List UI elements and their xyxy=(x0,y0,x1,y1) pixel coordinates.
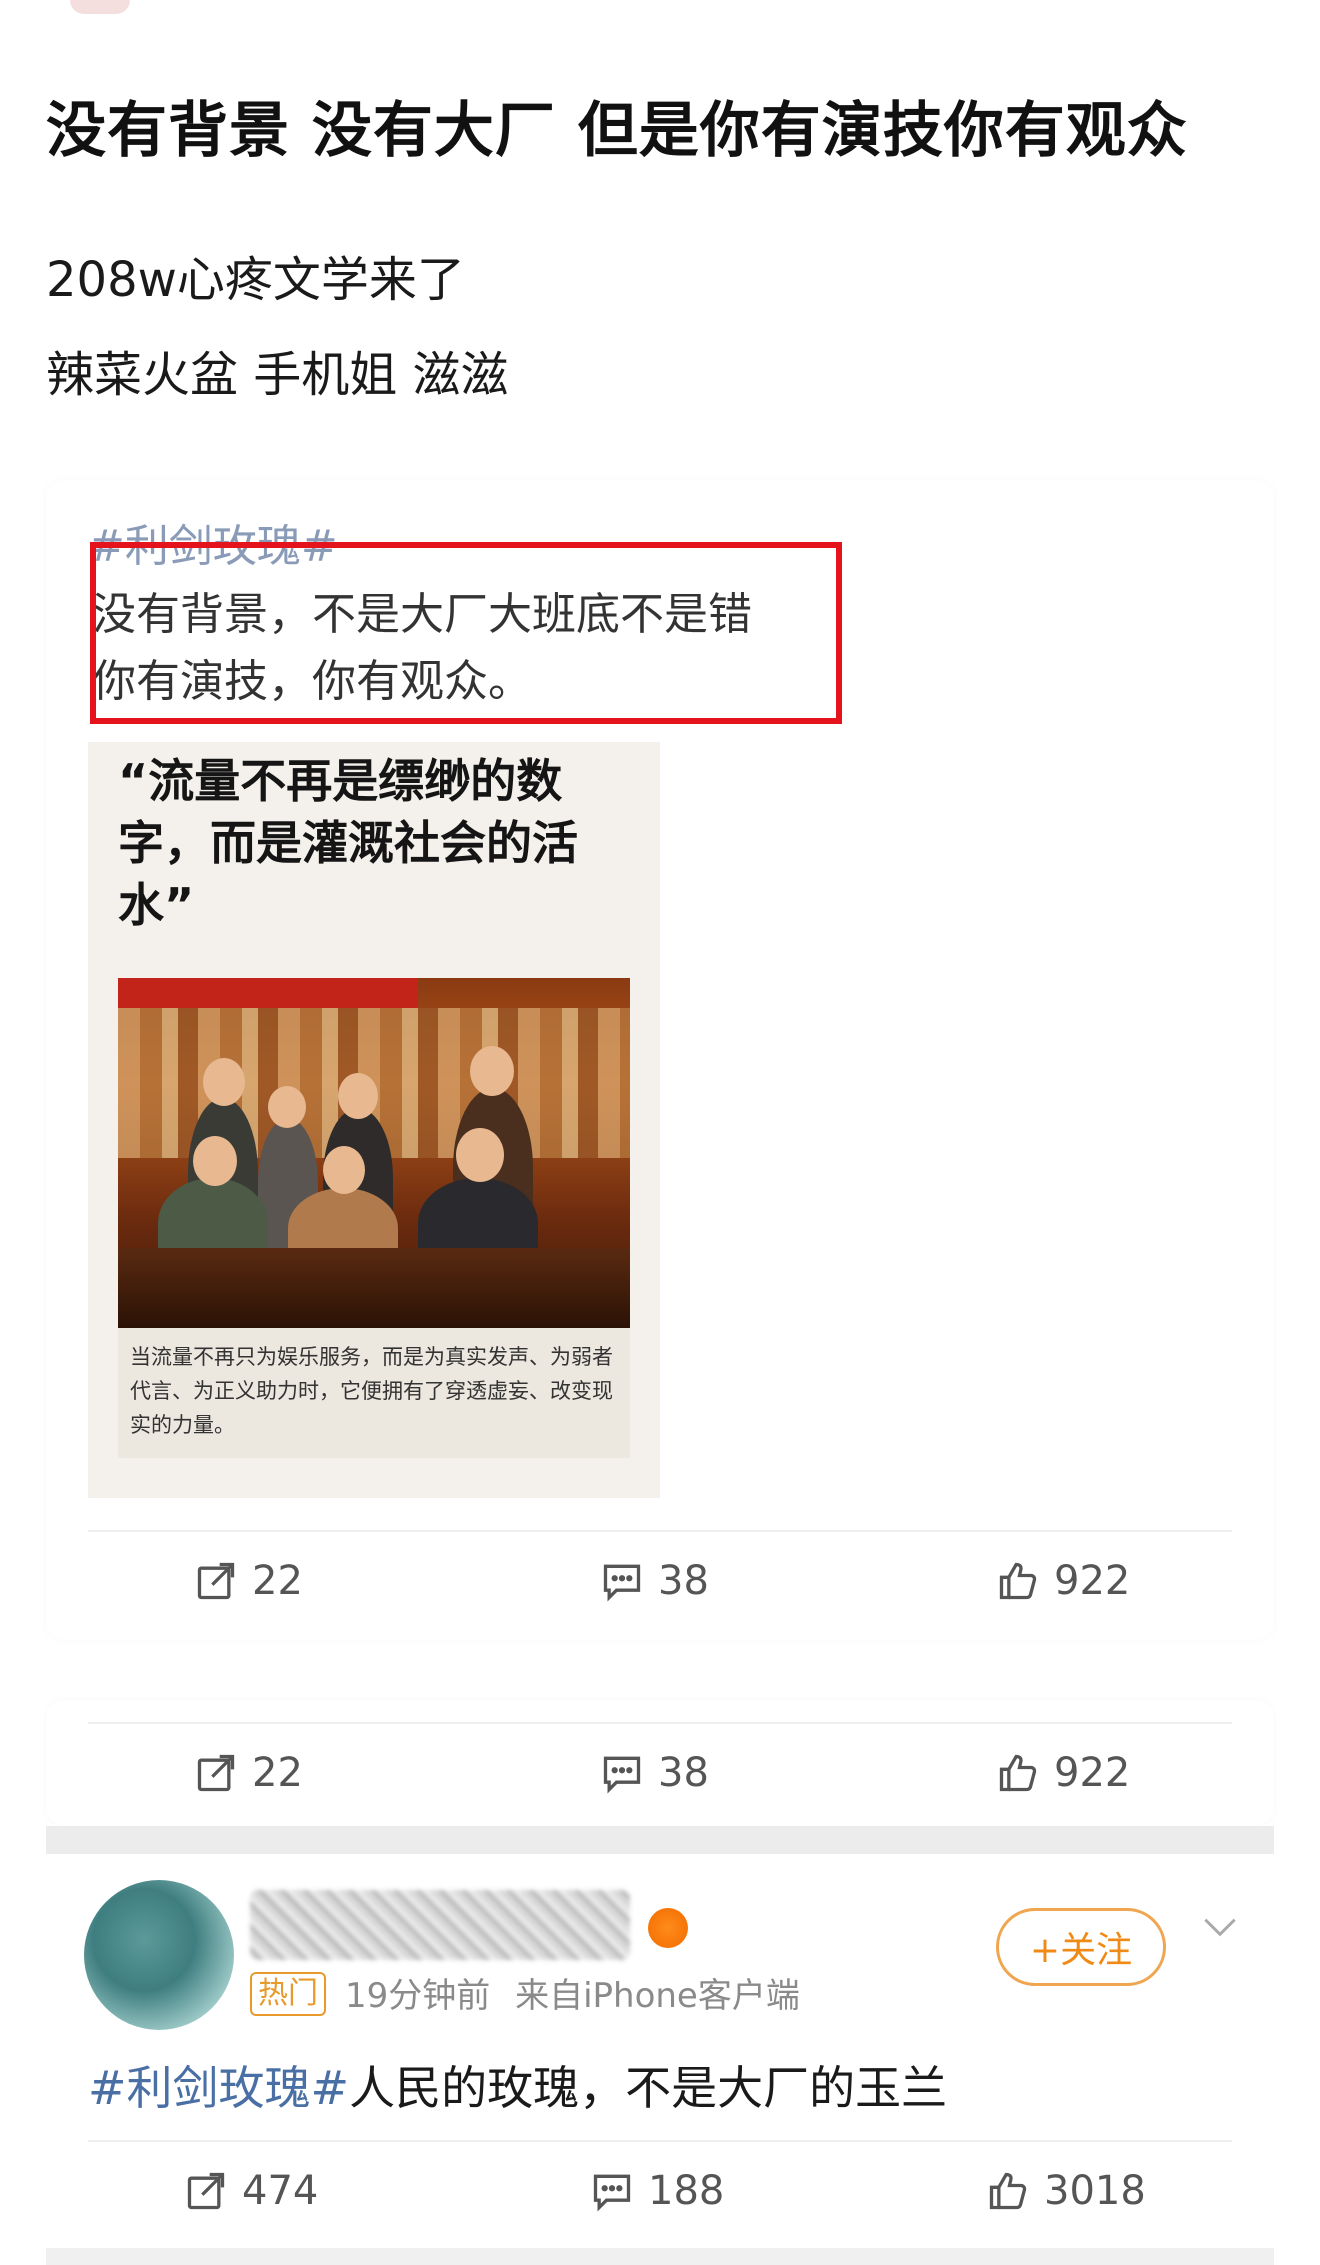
post-body-line: 辣菜火盆 手机姐 滋滋 xyxy=(46,347,509,403)
action-bar: 474 188 3018 xyxy=(88,2140,1232,2240)
action-bar: 22 38 922 xyxy=(88,1530,1232,1630)
share-icon xyxy=(197,1754,235,1792)
chevron-down-icon[interactable] xyxy=(1198,1905,1242,1949)
repost-button[interactable]: 474 xyxy=(184,2168,318,2214)
like-button[interactable]: 922 xyxy=(996,1750,1130,1796)
like-count: 922 xyxy=(1054,1558,1131,1604)
thumbs-up-icon xyxy=(999,1562,1037,1600)
repost-button[interactable]: 22 xyxy=(194,1558,303,1604)
comment-count: 38 xyxy=(658,1558,709,1604)
repost-count: 474 xyxy=(242,2168,319,2214)
repost-count: 22 xyxy=(252,1750,303,1796)
share-icon xyxy=(187,2172,225,2210)
red-highlight-box xyxy=(90,542,842,724)
post-body-line: 208w心疼文学来了 xyxy=(46,252,465,308)
comment-count: 38 xyxy=(658,1750,709,1796)
fan-badge-icon xyxy=(648,1908,688,1948)
repost-button[interactable]: 22 xyxy=(194,1750,303,1796)
post-title: 没有背景 没有大厂 但是你有演技你有观众 xyxy=(46,96,1188,166)
comment-icon xyxy=(603,1564,641,1602)
post-text: #利剑玫瑰#人民的玫瑰，不是大厂的玉兰 xyxy=(88,2052,947,2118)
post-time: 19分钟前 xyxy=(345,1976,491,2016)
post-source: 来自iPhone客户端 xyxy=(515,1976,800,2016)
comment-icon xyxy=(603,1756,641,1794)
poster-headline: “流量不再是缥缈的数字，而是灌溉社会的活水” xyxy=(118,754,578,932)
avatar[interactable] xyxy=(84,1880,234,2030)
poster-image[interactable]: “流量不再是缥缈的数字，而是灌溉社会的活水” 当流量不再只为娱乐服务，而是为真实… xyxy=(88,742,660,1498)
like-count: 3018 xyxy=(1044,2168,1146,2214)
follow-button[interactable]: +关注 xyxy=(996,1908,1166,1986)
feed-divider xyxy=(46,2248,1274,2265)
like-count: 922 xyxy=(1054,1750,1131,1796)
photo-banner xyxy=(118,978,418,1008)
like-button[interactable]: 922 xyxy=(996,1558,1130,1604)
like-button[interactable]: 3018 xyxy=(986,2168,1146,2214)
post-text-body: 人民的玫瑰，不是大厂的玉兰 xyxy=(349,2061,948,2115)
action-bar: 22 38 922 xyxy=(88,1722,1232,1822)
comment-button[interactable]: 38 xyxy=(600,1750,709,1796)
share-icon xyxy=(197,1562,235,1600)
cast-photo xyxy=(118,978,630,1328)
poster-caption: 当流量不再只为娱乐服务，而是为真实发声、为弱者代言、为正义助力时，它便拥有了穿透… xyxy=(118,1328,630,1458)
comment-count: 188 xyxy=(648,2168,725,2214)
post-meta: 19分钟前 来自iPhone客户端 xyxy=(345,1968,800,2017)
thumbs-up-icon xyxy=(999,1754,1037,1792)
hashtag-link[interactable]: #利剑玫瑰# xyxy=(88,2061,349,2115)
username-blurred[interactable] xyxy=(250,1890,630,1960)
photo-table xyxy=(118,1248,630,1328)
comment-button[interactable]: 38 xyxy=(600,1558,709,1604)
repost-count: 22 xyxy=(252,1558,303,1604)
feed-divider xyxy=(46,1826,1274,1854)
comment-button[interactable]: 188 xyxy=(590,2168,724,2214)
avatar-edge xyxy=(70,0,130,14)
comment-icon xyxy=(593,2174,631,2212)
thumbs-up-icon xyxy=(989,2172,1027,2210)
hot-badge: 热门 xyxy=(250,1972,326,2016)
